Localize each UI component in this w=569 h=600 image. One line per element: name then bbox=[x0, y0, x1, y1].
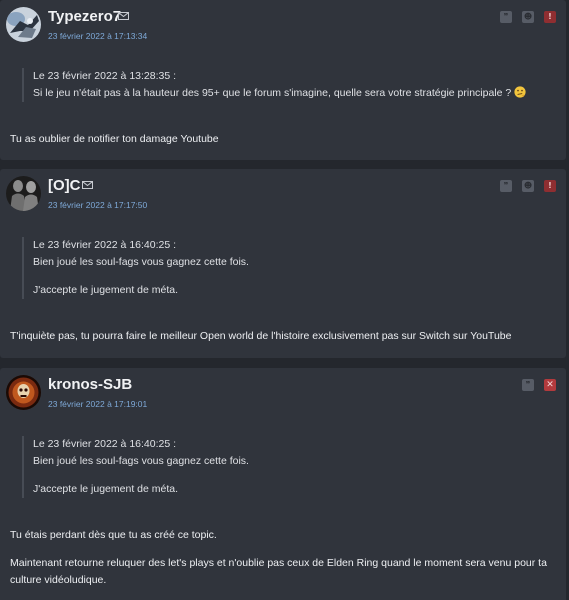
post-timestamp[interactable]: 23 février 2022 à 17:13:34 bbox=[48, 31, 147, 41]
quote-line: J'accepte le jugement de méta. bbox=[33, 284, 179, 296]
message-paragraph: Tu as oublier de notifier ton damage You… bbox=[10, 133, 219, 145]
quote-header: Le 23 février 2022 à 13:28:35 : bbox=[33, 70, 177, 82]
post-actions: ❞ ✕ bbox=[522, 379, 556, 391]
post-actions: ❞ ☻ ! bbox=[500, 11, 556, 23]
mail-icon[interactable] bbox=[82, 181, 93, 189]
quote-block: Le 23 février 2022 à 16:40:25 : Bien jou… bbox=[22, 237, 249, 299]
message-post: kronos-SJB 23 février 2022 à 17:19:01 ❞ … bbox=[0, 368, 566, 600]
author-name[interactable]: Typezero7 bbox=[48, 8, 121, 25]
quote-header: Le 23 février 2022 à 16:40:25 : bbox=[33, 438, 177, 450]
author-name[interactable]: [O]C bbox=[48, 177, 81, 194]
post-timestamp[interactable]: 23 février 2022 à 17:19:01 bbox=[48, 399, 147, 409]
message-body: Tu étais perdant dès que tu as créé ce t… bbox=[10, 527, 552, 589]
quote-block: Le 23 février 2022 à 13:28:35 : Si le je… bbox=[22, 68, 526, 102]
profile-icon[interactable]: ☻ bbox=[522, 11, 534, 23]
quote-block: Le 23 février 2022 à 16:40:25 : Bien jou… bbox=[22, 436, 249, 498]
avatar[interactable] bbox=[6, 375, 41, 410]
quote-icon[interactable]: ❞ bbox=[500, 11, 512, 23]
message-paragraph: Maintenant retourne reluquer des let's p… bbox=[10, 557, 547, 586]
quote-header: Le 23 février 2022 à 16:40:25 : bbox=[33, 239, 177, 251]
post-timestamp[interactable]: 23 février 2022 à 17:17:50 bbox=[48, 200, 147, 210]
thinking-emoji-icon bbox=[514, 86, 526, 98]
quote-line: Bien joué les soul-fags vous gagnez cett… bbox=[33, 256, 249, 268]
message-post: [O]C 23 février 2022 à 17:17:50 ❞ ☻ ! Le… bbox=[0, 169, 566, 358]
profile-icon[interactable]: ☻ bbox=[522, 180, 534, 192]
message-paragraph: T'inquiète pas, tu pourra faire le meill… bbox=[10, 330, 512, 342]
avatar-image bbox=[6, 375, 41, 410]
post-actions: ❞ ☻ ! bbox=[500, 180, 556, 192]
avatar[interactable] bbox=[6, 7, 41, 42]
quote-icon[interactable]: ❞ bbox=[522, 379, 534, 391]
message-paragraph: Tu étais perdant dès que tu as créé ce t… bbox=[10, 529, 217, 541]
quote-line: Si le jeu n'était pas à la hauteur des 9… bbox=[33, 85, 526, 102]
author-name[interactable]: kronos-SJB bbox=[48, 376, 132, 393]
report-icon[interactable]: ! bbox=[544, 180, 556, 192]
quote-line: J'accepte le jugement de méta. bbox=[33, 483, 179, 495]
avatar-image bbox=[6, 176, 41, 211]
message-body: T'inquiète pas, tu pourra faire le meill… bbox=[10, 328, 552, 345]
message-body: Tu as oublier de notifier ton damage You… bbox=[10, 131, 552, 148]
quote-line: Bien joué les soul-fags vous gagnez cett… bbox=[33, 455, 249, 467]
avatar-image bbox=[6, 7, 41, 42]
message-feed: Typezero7 23 février 2022 à 17:13:34 ❞ ☻… bbox=[0, 0, 569, 600]
mail-icon[interactable] bbox=[118, 12, 129, 20]
quote-icon[interactable]: ❞ bbox=[500, 180, 512, 192]
avatar[interactable] bbox=[6, 176, 41, 211]
delete-icon[interactable]: ✕ bbox=[544, 379, 556, 391]
message-post: Typezero7 23 février 2022 à 17:13:34 ❞ ☻… bbox=[0, 0, 566, 160]
report-icon[interactable]: ! bbox=[544, 11, 556, 23]
